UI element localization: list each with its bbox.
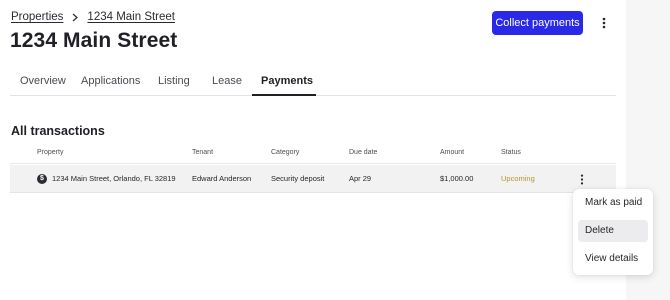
breadcrumb: Properties 1234 Main Street [11, 11, 175, 23]
tab-payments[interactable]: Payments [261, 70, 313, 96]
status-badge: Upcoming [501, 174, 535, 183]
payments-page: Properties 1234 Main Street 1234 Main St… [0, 0, 626, 300]
column-header-amount: Amount [440, 149, 465, 156]
tab-overview[interactable]: Overview [20, 70, 66, 96]
page-title: 1234 Main Street [10, 29, 178, 52]
more-options-icon[interactable] [595, 13, 613, 33]
cell-due-date: Apr 29 [349, 174, 372, 183]
chevron-right-icon [72, 13, 79, 22]
column-header-property: Property [37, 149, 64, 156]
active-tab-indicator [252, 94, 316, 96]
menu-item-view-details[interactable]: View details [578, 248, 648, 270]
cell-tenant: Edward Anderson [192, 174, 252, 183]
transactions-heading: All transactions [11, 124, 105, 138]
row-more-options-icon[interactable] [576, 172, 588, 186]
tab-lease[interactable]: Lease [212, 70, 242, 96]
collect-payments-button[interactable]: Collect payments [492, 11, 583, 35]
menu-item-mark-as-paid[interactable]: Mark as paid [578, 192, 648, 214]
tab-listing[interactable]: Listing [158, 70, 190, 96]
breadcrumb-properties-link[interactable]: Properties [11, 11, 63, 23]
menu-item-delete[interactable]: Delete [578, 220, 648, 242]
table-row[interactable]: $ 1234 Main Street, Orlando, FL 32819 Ed… [10, 165, 616, 193]
tab-applications[interactable]: Applications [81, 70, 140, 96]
breadcrumb-current-link[interactable]: 1234 Main Street [87, 11, 175, 23]
column-header-due-date: Due date [349, 149, 378, 156]
cell-property: 1234 Main Street, Orlando, FL 32819 [52, 174, 176, 183]
column-header-category: Category [271, 149, 300, 156]
column-header-tenant: Tenant [192, 149, 214, 156]
cell-category: Security deposit [271, 174, 325, 183]
dollar-icon: $ [37, 174, 47, 184]
column-header-status: Status [501, 149, 521, 156]
table-header: Property Tenant Category Due date Amount… [10, 146, 616, 164]
row-actions-menu: Mark as paid Delete View details [573, 189, 653, 275]
tab-bar: Overview Applications Listing Lease Paym… [10, 70, 616, 96]
cell-amount: $1,000.00 [440, 174, 474, 183]
